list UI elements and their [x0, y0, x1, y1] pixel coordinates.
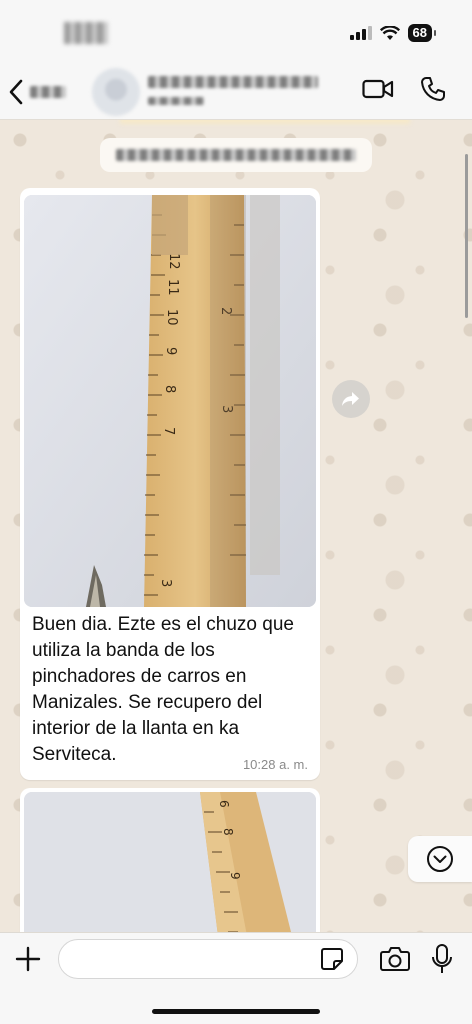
- scroll-to-bottom-button[interactable]: [408, 836, 472, 882]
- ruler-number: 6: [217, 800, 231, 808]
- chat-header: [0, 64, 472, 120]
- pinned-banner-redacted: [120, 120, 410, 124]
- ruler-number: 11: [165, 279, 180, 296]
- contact-avatar[interactable]: [92, 68, 140, 116]
- ruler-number: 7: [161, 427, 176, 435]
- input-bar: [0, 932, 472, 1024]
- forward-button[interactable]: [332, 380, 370, 418]
- ruler-number: 9: [163, 347, 178, 355]
- message-photo[interactable]: 12 11 10 9 8 7 3 2 3: [24, 195, 316, 607]
- back-chevron-icon: [9, 79, 23, 105]
- plus-icon[interactable]: [14, 945, 42, 973]
- message-caption: Buen dia. Ezte es el chuzo que utiliza l…: [32, 614, 294, 765]
- message-bubble[interactable]: 6 8 9: [20, 788, 320, 932]
- ruler-photo-image: 12 11 10 9 8 7 3 2 3: [24, 195, 316, 607]
- battery-icon: 68: [407, 24, 437, 42]
- header-actions: [362, 76, 446, 102]
- ruler-number: 12: [166, 253, 181, 270]
- ruler-photo-image: 6 8 9: [24, 792, 316, 932]
- home-indicator: [152, 1009, 320, 1014]
- sender-pill: [100, 138, 372, 172]
- chevron-down-circle-icon: [427, 846, 453, 872]
- camera-icon[interactable]: [380, 945, 410, 973]
- status-time-redacted: [64, 22, 108, 44]
- message-photo[interactable]: 6 8 9: [24, 792, 316, 932]
- sender-info-redacted: [116, 149, 356, 161]
- chat-area[interactable]: 12 11 10 9 8 7 3 2 3 Buen dia. Ezte es e…: [0, 120, 472, 932]
- microphone-icon[interactable]: [430, 943, 454, 975]
- unread-count-redacted: [30, 86, 66, 98]
- ruler-number: 10: [164, 309, 179, 326]
- ruler-number: 9: [228, 872, 242, 880]
- sticker-icon[interactable]: [320, 947, 344, 971]
- back-button[interactable]: [8, 76, 76, 108]
- message-time: 10:28 a. m.: [242, 757, 308, 772]
- scroll-indicator[interactable]: [465, 154, 468, 318]
- message-bubble[interactable]: 12 11 10 9 8 7 3 2 3 Buen dia. Ezte es e…: [20, 188, 320, 780]
- forward-icon: [342, 392, 359, 406]
- video-call-icon[interactable]: [362, 78, 394, 100]
- signal-icon: [349, 26, 372, 40]
- ruler-number: 8: [221, 828, 235, 836]
- status-bar: 68: [0, 0, 472, 64]
- contact-name-redacted[interactable]: [148, 76, 318, 88]
- ruler-number: 8: [162, 385, 177, 393]
- status-icons: 68: [349, 24, 437, 42]
- message-input[interactable]: [58, 939, 358, 979]
- phone-call-icon[interactable]: [420, 76, 446, 102]
- ruler-number: 3: [158, 579, 173, 587]
- contact-status-redacted: [148, 97, 204, 105]
- wifi-icon: [379, 25, 400, 40]
